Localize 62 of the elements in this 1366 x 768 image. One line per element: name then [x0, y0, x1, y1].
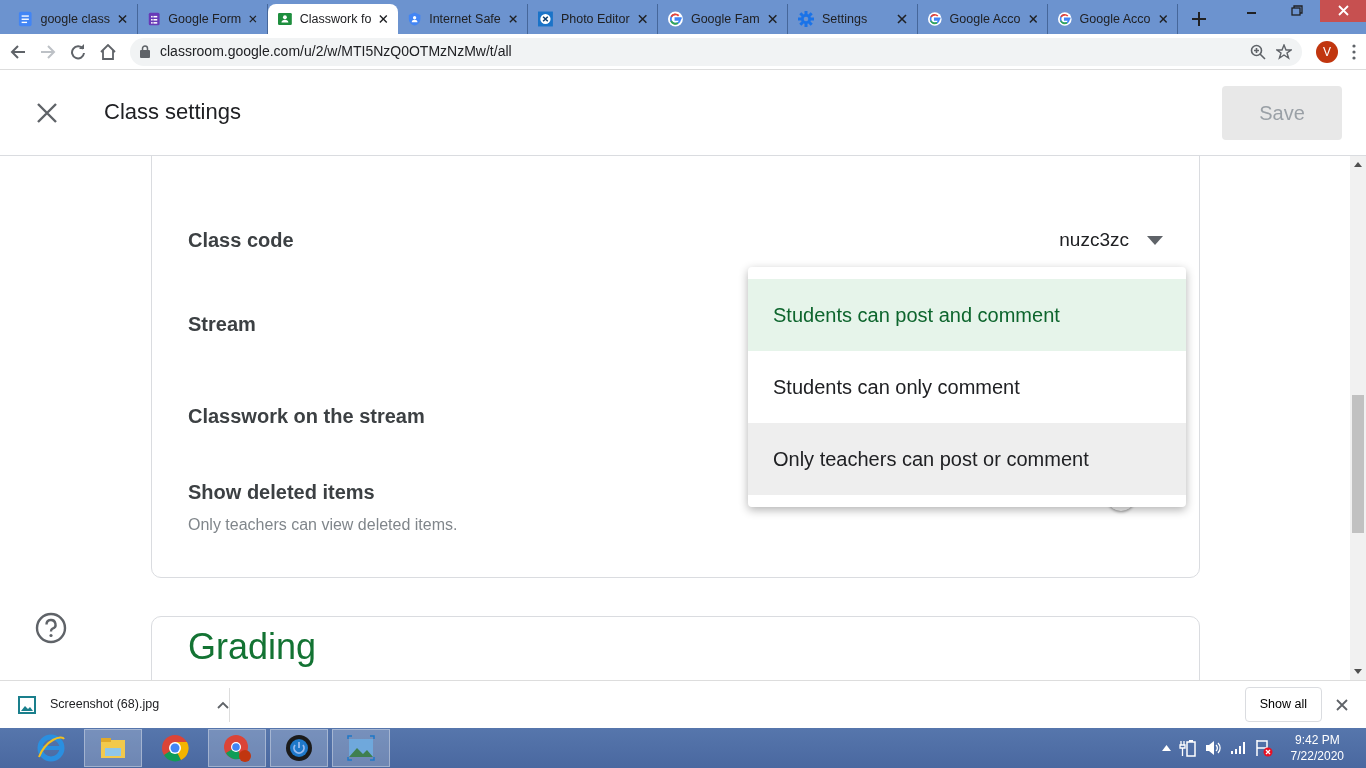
speaker-icon[interactable] [1204, 740, 1223, 756]
address-bar[interactable]: classroom.google.com/u/2/w/MTI5NzQ0OTMzNzMw/t/all [130, 37, 1302, 66]
browser-tab[interactable]: Settings [788, 4, 918, 34]
scroll-down-icon[interactable] [1354, 669, 1362, 674]
menu-option[interactable]: Students can only comment [748, 351, 1186, 423]
page-title: Class settings [104, 99, 242, 126]
new-tab-icon[interactable] [1192, 12, 1206, 26]
setting-label: Stream [188, 312, 256, 337]
setting-label: Classwork on the stream [188, 404, 425, 429]
menu-option[interactable]: Students can post and comment [748, 279, 1186, 351]
zoom-icon[interactable] [1250, 43, 1266, 60]
browser-tab[interactable]: Classwork fo [268, 4, 398, 34]
section-title: Grading [188, 625, 318, 669]
class-code: nuzc3zc [1059, 227, 1129, 252]
setting-label: Show deleted items [188, 480, 376, 505]
close-icon[interactable] [379, 14, 388, 24]
clock-time: 9:42 PM [1293, 731, 1341, 748]
profile-avatar[interactable]: V [1316, 40, 1338, 63]
list-icon [148, 11, 161, 27]
settings-icon [798, 11, 814, 27]
tray-arrow-icon[interactable] [1161, 745, 1171, 751]
dropdown-arrow-icon[interactable] [1147, 235, 1163, 245]
clock-date: 7/22/2020 [1290, 748, 1344, 765]
help-icon[interactable] [35, 612, 67, 644]
lock-icon [140, 45, 150, 58]
classroom-icon [278, 11, 292, 27]
battery-icon[interactable] [1178, 739, 1197, 757]
star-icon[interactable] [1276, 43, 1292, 60]
image-icon [18, 695, 36, 714]
download-item[interactable]: Screenshot (68).jpg [18, 687, 230, 722]
signal-bars-icon[interactable] [1230, 742, 1247, 754]
show-all-button[interactable]: Show all [1244, 687, 1322, 722]
scrollbar[interactable] [1350, 156, 1366, 680]
browser-tab[interactable]: Google Acco [1048, 4, 1178, 34]
google-icon [668, 11, 683, 27]
setting-label: Class code [188, 228, 294, 253]
chrome-icon[interactable] [160, 733, 190, 763]
shield-icon [408, 11, 422, 27]
browser-tab[interactable]: google class [8, 4, 138, 34]
power-dial-icon[interactable] [284, 733, 314, 763]
scrollbar-thumb[interactable] [1352, 395, 1364, 533]
scroll-up-icon[interactable] [1354, 162, 1362, 167]
home-icon[interactable] [100, 43, 116, 60]
flag-error-icon[interactable] [1254, 739, 1273, 757]
document-icon [18, 11, 33, 27]
chevron-up-icon[interactable] [217, 700, 229, 709]
google-icon [1058, 11, 1072, 27]
browser-e-icon[interactable] [36, 733, 66, 763]
browser-tab[interactable]: Google Acco [918, 4, 1048, 34]
close-icon[interactable] [36, 101, 58, 124]
menu-option[interactable]: Only teachers can post or comment [748, 423, 1186, 495]
more-icon[interactable] [1352, 43, 1356, 60]
google-icon [928, 11, 942, 27]
x-logo-icon [538, 11, 553, 27]
close-icon[interactable] [1336, 698, 1348, 711]
back-arrow-icon[interactable] [10, 43, 26, 60]
browser-tab[interactable]: Photo Editor [528, 4, 658, 34]
browser-tab[interactable]: Google Fam [658, 4, 788, 34]
browser-tab[interactable]: Internet Safe [398, 4, 528, 34]
chrome-profile-icon[interactable] [222, 733, 252, 763]
setting-description: Only teachers can view deleted items. [188, 515, 458, 535]
reload-icon[interactable] [70, 43, 86, 60]
